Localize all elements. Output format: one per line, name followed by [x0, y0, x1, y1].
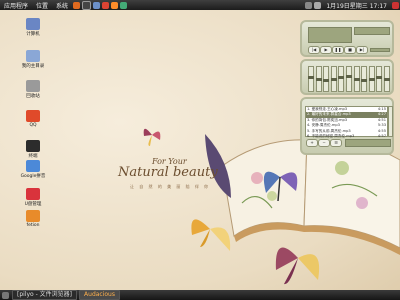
butterfly-icon-1 — [143, 128, 161, 146]
desktop-icon-lunar-icon — [26, 188, 40, 200]
eq-band-knob[interactable] — [361, 78, 368, 82]
desktop-icon-label: 我的主目录 — [21, 64, 45, 69]
desktop-icon-qq-icon — [26, 110, 40, 122]
bottom-panel: [pilyo - 文件浏览器] Audacious — [0, 290, 400, 300]
eq-band-slider[interactable] — [361, 66, 368, 92]
eq-band-knob[interactable] — [338, 76, 345, 80]
eq-band-knob[interactable] — [315, 77, 322, 81]
play-button[interactable]: ▶ — [320, 46, 332, 54]
eq-band-slider[interactable] — [315, 66, 322, 92]
qq-launcher-icon[interactable] — [102, 1, 110, 9]
butterfly-icon-3 — [191, 219, 231, 251]
taskbar-button[interactable]: [pilyo - 文件浏览器] — [12, 290, 78, 300]
eq-band-knob[interactable] — [330, 77, 337, 81]
desktop-icon-label: 计算机 — [26, 32, 40, 37]
desktop-icon-home-icon — [26, 50, 40, 62]
stop-button[interactable]: ■ — [344, 46, 356, 54]
taskbar-button[interactable]: Audacious — [79, 290, 120, 300]
playlist-add-button[interactable]: + — [306, 139, 318, 147]
eq-band-slider[interactable] — [376, 66, 383, 92]
task-list: [pilyo - 文件浏览器] Audacious — [10, 290, 120, 300]
equalizer-window[interactable] — [300, 59, 394, 95]
eq-band-knob[interactable] — [368, 77, 375, 81]
volume-slider[interactable] — [370, 48, 390, 52]
menu-applications[interactable]: 应用程序 — [0, 1, 32, 10]
playlist-scrollbar[interactable] — [388, 106, 393, 137]
audacious-player[interactable]: |◀ ▶ ❚❚ ■ ▶| 1. 爱我别走.王心凌.mp3 4:15 2. 最好的未来… — [298, 20, 397, 155]
playlist-time-display — [345, 139, 391, 147]
desktop-icon-shell-icon — [26, 140, 40, 152]
desktop-icon-fetion[interactable]: fetion — [18, 210, 48, 228]
menu-system[interactable]: 系统 — [52, 1, 72, 10]
firefox-launcher-icon[interactable] — [73, 1, 81, 9]
network-icon[interactable] — [305, 1, 313, 9]
desktop[interactable]: For Your Natural beauty 让 自 然 的 美 丽 陪 伴 … — [0, 10, 400, 290]
eq-band-knob[interactable] — [346, 75, 352, 79]
butterfly-icon-2 — [263, 171, 298, 202]
top-panel: 应用程序 位置 系统 1月19日星期三 17:17 — [0, 0, 400, 10]
eq-band-slider[interactable] — [368, 66, 375, 92]
eq-band-knob[interactable] — [323, 78, 330, 82]
eq-band-slider[interactable] — [384, 66, 390, 92]
desktop-icon-qq[interactable]: QQ — [18, 110, 48, 128]
playlist-remove-button[interactable]: − — [318, 139, 330, 147]
player-main-window[interactable]: |◀ ▶ ❚❚ ■ ▶| — [300, 20, 394, 57]
eq-band-knob[interactable] — [308, 76, 314, 80]
desktop-icon-computer[interactable]: 计算机 — [18, 18, 48, 37]
desktop-icon-label: Google拼音 — [20, 174, 46, 179]
slogan-title: Natural beauty — [118, 165, 218, 180]
eq-band-knob[interactable] — [376, 76, 383, 80]
eq-band-knob[interactable] — [384, 77, 390, 81]
eq-band-slider[interactable] — [330, 66, 337, 92]
eq-band-slider[interactable] — [346, 66, 352, 92]
eq-band-slider[interactable] — [323, 66, 330, 92]
playlist-window[interactable]: 1. 爱我别走.王心凌.mp3 4:15 2. 最好的未来.群星合.mp3 4:27 3… — [300, 97, 394, 155]
desktop-icon-lunar[interactable]: U盘管理 — [18, 188, 48, 207]
desktop-icon-label: 终端 — [28, 154, 38, 159]
prev-button[interactable]: |◀ — [308, 46, 320, 54]
desktop-icon-trash[interactable]: 回收站 — [18, 80, 48, 99]
playlist: 1. 爱我别走.王心凌.mp3 4:15 2. 最好的未来.群星合.mp3 4:27 3… — [305, 106, 388, 138]
system-tray: 1月19日星期三 17:17 — [304, 1, 400, 10]
desktop-icon-fetion-icon — [26, 210, 40, 222]
desktop-icon-shell[interactable]: 终端 — [18, 140, 48, 159]
desktop-icon-trash-icon — [26, 80, 40, 92]
desktop-icon-google-icon — [26, 160, 40, 172]
butterfly-icon-4 — [275, 247, 320, 285]
time-display — [308, 27, 352, 43]
clock[interactable]: 1月19日星期三 17:17 — [322, 1, 391, 10]
slogan-caption: 让 自 然 的 美 丽 陪 伴 你 — [130, 184, 211, 189]
volume-icon[interactable] — [314, 1, 322, 9]
desktop-icon-label: fetion — [26, 223, 40, 228]
music-launcher-icon[interactable] — [111, 1, 119, 9]
help-launcher-icon[interactable] — [120, 1, 128, 9]
terminal-launcher-icon[interactable] — [82, 0, 92, 10]
desktop-icon-computer-icon — [26, 18, 40, 30]
song-title-display — [354, 27, 390, 35]
desktop-icon-home[interactable]: 我的主目录 — [18, 50, 48, 69]
desktop-icon-label: U盘管理 — [24, 202, 42, 207]
desktop-icon-google[interactable]: Google拼音 — [18, 160, 48, 179]
next-button[interactable]: ▶| — [356, 46, 368, 54]
desktop-icon-label: QQ — [29, 123, 37, 128]
power-icon[interactable] — [392, 1, 399, 9]
eq-band-knob[interactable] — [353, 77, 360, 81]
eq-band-slider[interactable] — [353, 66, 360, 92]
pause-button[interactable]: ❚❚ — [332, 46, 344, 54]
show-desktop-icon[interactable] — [2, 291, 9, 299]
mail-launcher-icon[interactable] — [93, 1, 101, 9]
eq-band-slider[interactable] — [308, 66, 314, 92]
eq-band-slider[interactable] — [338, 66, 345, 92]
menu-places[interactable]: 位置 — [32, 1, 52, 10]
playlist-select-button[interactable]: ☰ — [330, 139, 342, 147]
desktop-icon-label: 回收站 — [26, 94, 40, 99]
